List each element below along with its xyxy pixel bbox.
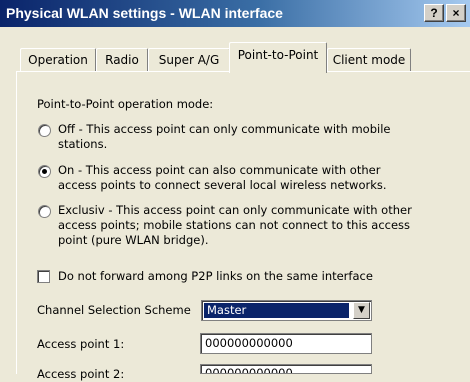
channel-scheme-value: Master [204, 303, 349, 318]
tab-radio[interactable]: Radio [96, 48, 148, 72]
access-point-1-label: Access point 1: [37, 337, 125, 351]
radio-exclusiv[interactable] [38, 205, 51, 218]
tab-operation[interactable]: Operation [20, 48, 96, 72]
no-forward-checkbox[interactable] [37, 270, 50, 283]
radio-on-label-line2[interactable]: access points to connect several local w… [58, 178, 387, 193]
chevron-down-icon[interactable]: ▼ [353, 302, 370, 319]
channel-scheme-select[interactable]: Master ▼ [201, 300, 372, 321]
window-title: Physical WLAN settings - WLAN interface [6, 5, 283, 21]
radio-exclusiv-label-line1[interactable]: Exclusiv - This access point can only co… [58, 203, 412, 218]
title-bar: Physical WLAN settings - WLAN interface … [0, 0, 470, 27]
radio-on-label-line1[interactable]: On - This access point can also communic… [58, 163, 380, 178]
tab-point-to-point[interactable]: Point-to-Point [229, 42, 327, 73]
help-button[interactable]: ? [424, 4, 444, 22]
access-point-1-input[interactable]: 000000000000 [200, 333, 372, 354]
tab-client-mode[interactable]: Client mode [327, 48, 411, 72]
tab-super-ag[interactable]: Super A/G [148, 48, 230, 72]
radio-on-selected-dot [42, 169, 47, 174]
access-point-2-label: Access point 2: [37, 367, 125, 381]
access-point-2-input[interactable]: 000000000000 [200, 364, 372, 374]
tab-strip: Operation Radio Super A/G Point-to-Point… [0, 40, 470, 73]
radio-off-label-line2[interactable]: stations. [58, 137, 107, 152]
no-forward-label[interactable]: Do not forward among P2P links on the sa… [58, 269, 373, 284]
channel-scheme-label: Channel Selection Scheme [37, 303, 191, 317]
p2p-mode-heading: Point-to-Point operation mode: [37, 97, 214, 111]
radio-off-label-line1[interactable]: Off - This access point can only communi… [58, 122, 390, 137]
radio-exclusiv-label-line2[interactable]: access points; mobile stations can not c… [58, 218, 410, 233]
radio-on[interactable] [38, 165, 51, 178]
close-button[interactable]: × [446, 4, 466, 22]
radio-exclusiv-label-line3[interactable]: point (pure WLAN bridge). [58, 233, 208, 248]
radio-off[interactable] [38, 124, 51, 137]
